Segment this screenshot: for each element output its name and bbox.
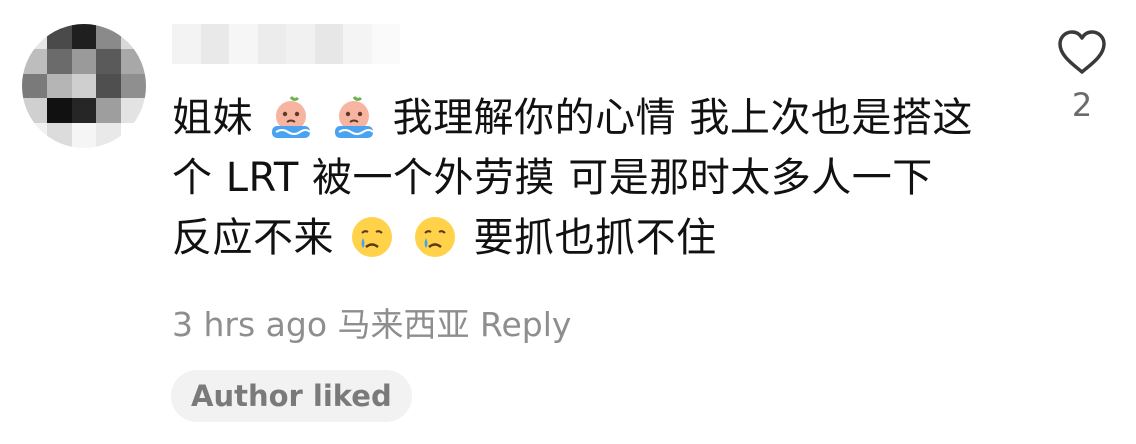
heart-outline-icon[interactable] xyxy=(1056,28,1108,76)
crying-peach-emoji-icon xyxy=(335,96,375,138)
like-count: 2 xyxy=(1071,86,1093,124)
comment-text: 姐妹 我理解你的心情 我上次也是搭这 个 LRT 被一个外劳摸 可是那时太多人一… xyxy=(172,88,992,268)
like-button[interactable]: 2 xyxy=(1052,28,1112,124)
comment-line-3: 反应不来 要抓也抓不住 xyxy=(172,208,992,268)
crying-face-emoji-icon xyxy=(352,217,393,257)
username-blurred[interactable] xyxy=(172,24,400,64)
comment-line-2: 个 LRT 被一个外劳摸 可是那时太多人一下 xyxy=(172,148,992,208)
timestamp: 3 hrs ago xyxy=(172,305,328,344)
comment-text-segment: 反应不来 xyxy=(172,215,334,261)
location: 马来西亚 xyxy=(337,305,470,344)
comment-meta: 3 hrs ago 马来西亚 Reply xyxy=(172,298,571,346)
reply-button[interactable]: Reply xyxy=(480,305,571,344)
comment-text-segment: 个 LRT 被一个外劳摸 可是那时太多人一下 xyxy=(172,155,933,201)
comment-text-segment: 要抓也抓不住 xyxy=(473,215,717,261)
crying-peach-emoji-icon xyxy=(272,96,311,138)
comment-line-1: 姐妹 我理解你的心情 我上次也是搭这 xyxy=(172,88,992,148)
comment-text-segment: 我理解你的心情 我上次也是搭这 xyxy=(392,95,973,141)
avatar[interactable] xyxy=(22,24,146,148)
crying-face-emoji-icon xyxy=(415,217,456,257)
comment-text-segment: 姐妹 xyxy=(172,95,253,141)
author-liked-badge: Author liked xyxy=(171,370,412,422)
